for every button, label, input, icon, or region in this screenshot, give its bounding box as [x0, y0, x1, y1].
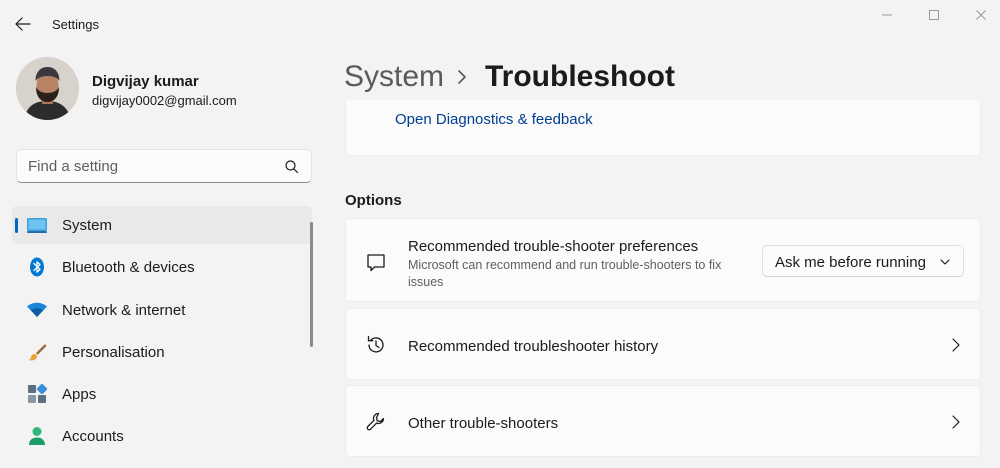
open-diagnostics-link[interactable]: Open Diagnostics & feedback — [395, 111, 593, 128]
minimize-icon — [882, 14, 892, 16]
minimize-button[interactable] — [864, 4, 910, 26]
sidebar-item-network[interactable]: Network & internet — [12, 291, 312, 329]
sidebar-item-apps[interactable]: Apps — [12, 375, 312, 413]
bluetooth-icon — [26, 257, 48, 277]
close-button[interactable] — [958, 4, 1000, 26]
chat-bubble-icon — [364, 251, 388, 275]
settings-window: Settings Digvijay kumar digvijay0002@gma… — [0, 0, 1000, 468]
sidebar-nav: System Bluetooth & devices Network & int… — [12, 206, 312, 460]
chevron-right-icon — [458, 70, 466, 84]
preferences-description: Microsoft can recommend and run trouble-… — [408, 258, 722, 289]
chevron-right-icon — [952, 338, 960, 352]
monitor-icon — [26, 215, 48, 235]
chevron-down-icon — [940, 259, 950, 265]
user-photo-icon — [16, 57, 79, 120]
maximize-button[interactable] — [911, 4, 957, 26]
brush-icon — [26, 342, 48, 362]
other-troubleshooters-title: Other trouble-shooters — [408, 415, 559, 432]
sidebar-item-label: System — [62, 217, 113, 234]
arrow-left-icon — [15, 17, 31, 31]
page-title: Troubleshoot — [485, 60, 675, 93]
sidebar-item-label: Accounts — [62, 428, 124, 446]
search-box — [16, 149, 312, 183]
wifi-icon — [26, 300, 48, 320]
wrench-icon — [364, 410, 388, 434]
search-input[interactable] — [17, 150, 277, 182]
sidebar-item-accounts[interactable]: Accounts — [12, 417, 312, 455]
history-icon — [364, 333, 388, 357]
maximize-icon — [929, 10, 939, 20]
chevron-right-icon — [952, 415, 960, 429]
preferences-card: Recommended trouble-shooter preferences … — [345, 218, 981, 302]
breadcrumb-parent[interactable]: System — [344, 60, 444, 94]
preferences-title: Recommended trouble-shooter preferences — [408, 238, 699, 255]
user-email: digvijay0002@gmail.com — [92, 93, 237, 108]
app-title: Settings — [52, 17, 99, 32]
avatar[interactable] — [16, 57, 79, 120]
close-icon — [976, 10, 986, 20]
sidebar-item-label: Network & internet — [62, 301, 186, 319]
title-bar: Settings — [0, 0, 1000, 48]
history-title: Recommended troubleshooter history — [408, 338, 659, 355]
back-button[interactable] — [8, 10, 38, 38]
sidebar-item-label: Apps — [62, 386, 97, 404]
user-name: Digvijay kumar — [92, 73, 199, 90]
sidebar-scrollbar[interactable] — [310, 222, 313, 347]
sidebar-item-personalisation[interactable]: Personalisation — [12, 333, 312, 371]
history-card[interactable]: Recommended troubleshooter history — [345, 308, 981, 380]
apps-icon — [26, 384, 48, 404]
preferences-dropdown[interactable]: Ask me before running — [762, 245, 964, 277]
sidebar-item-system[interactable]: System — [12, 206, 312, 244]
sidebar-item-label: Bluetooth & devices — [62, 259, 195, 277]
options-heading: Options — [345, 192, 402, 209]
search-icon[interactable] — [284, 159, 299, 174]
dropdown-value: Ask me before running — [775, 254, 926, 271]
diagnostics-card: Open Diagnostics & feedback — [345, 100, 981, 156]
person-icon — [26, 426, 48, 446]
other-troubleshooters-card[interactable]: Other trouble-shooters — [345, 385, 981, 457]
sidebar-item-bluetooth[interactable]: Bluetooth & devices — [12, 248, 312, 286]
sidebar-item-label: Personalisation — [62, 343, 165, 361]
